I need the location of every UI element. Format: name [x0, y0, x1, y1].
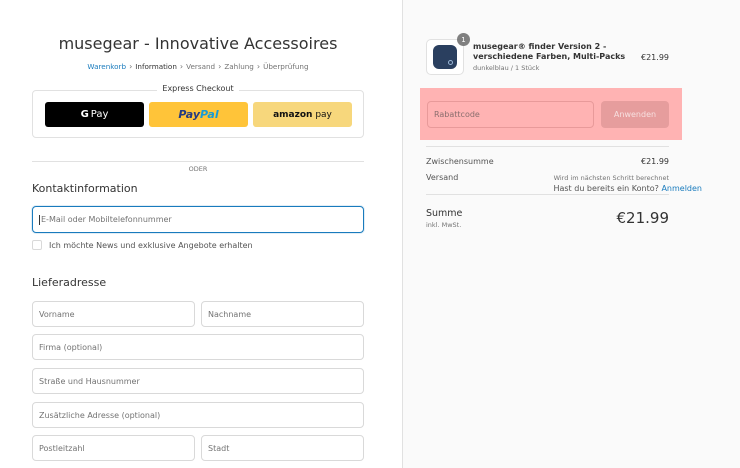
lastname-field[interactable]: Nachname	[201, 301, 364, 327]
street-placeholder: Straße und Hausnummer	[39, 376, 140, 386]
or-divider-text: ODER	[180, 165, 216, 173]
discount-code-input[interactable]: Rabattcode	[427, 101, 594, 128]
address2-field[interactable]: Zusätzliche Adresse (optional)	[32, 402, 364, 428]
chevron-right-icon: ›	[179, 62, 184, 71]
contact-heading: Kontaktinformation	[32, 182, 138, 195]
shipping-cost-value: Wird im nächsten Schritt berechnet	[553, 174, 669, 182]
total-label: Summe	[426, 208, 463, 219]
breadcrumb: Warenkorb › Information › Versand › Zahlung › Üb…	[32, 62, 364, 71]
paypal-button[interactable]: Pay Pal	[149, 102, 248, 127]
chevron-right-icon: ›	[129, 62, 133, 71]
street-field[interactable]: Straße und Hausnummer	[32, 368, 364, 394]
subtotal-label: Zwischensumme	[426, 157, 494, 166]
tracker-device-icon	[433, 45, 457, 69]
chevron-right-icon: ›	[218, 62, 222, 71]
zip-field[interactable]: Postleitzahl	[32, 435, 195, 461]
summary-divider	[426, 146, 669, 147]
email-placeholder: E-Mail oder Mobiltelefonnummer	[41, 215, 172, 224]
account-question: Hast du bereits ein Konto?	[553, 184, 659, 193]
newsletter-label[interactable]: Ich möchte News und exklusive Angebote e…	[49, 241, 253, 250]
breadcrumb-payment: Zahlung	[224, 62, 254, 71]
text-caret	[39, 214, 40, 225]
product-price: €21.99	[641, 53, 669, 62]
breadcrumb-shipping: Versand	[186, 62, 216, 71]
breadcrumb-cart[interactable]: Warenkorb	[87, 62, 126, 71]
discount-placeholder: Rabattcode	[434, 110, 480, 119]
summary-divider	[426, 194, 669, 195]
address2-placeholder: Zusätzliche Adresse (optional)	[39, 410, 161, 420]
total-tax-note: inkl. MwSt.	[426, 221, 462, 229]
product-variant: dunkelblau / 1 Stück	[473, 64, 540, 72]
company-placeholder: Firma (optional)	[39, 342, 103, 352]
login-link[interactable]: Anmelden	[661, 184, 702, 193]
lastname-placeholder: Nachname	[208, 309, 252, 319]
paypal-pay-label: Pay	[178, 108, 201, 121]
google-pay-label: Pay	[90, 109, 109, 120]
shipping-address-heading: Lieferadresse	[32, 276, 107, 289]
chevron-right-icon: ›	[256, 62, 261, 71]
city-field[interactable]: Stadt	[201, 435, 364, 461]
newsletter-checkbox[interactable]	[32, 240, 42, 250]
breadcrumb-review: Überprüfung	[263, 62, 309, 71]
account-prompt: Hast du bereits ein Konto? Anmelden	[553, 184, 702, 193]
breadcrumb-information: Information	[135, 62, 177, 71]
quantity-badge: 1	[457, 33, 470, 46]
amazon-pay-label: pay	[315, 109, 332, 120]
product-name: musegear® finder Version 2 - verschieden…	[473, 42, 626, 61]
total-value: €21.99	[616, 209, 670, 227]
amazon-pay-button[interactable]: amazon pay	[253, 102, 352, 127]
express-checkout: Express Checkout G Pay Pay Pal amazon pay	[32, 84, 364, 138]
email-field[interactable]: E-Mail oder Mobiltelefonnummer	[32, 206, 364, 233]
city-placeholder: Stadt	[208, 443, 230, 453]
google-g-icon: G	[80, 109, 89, 120]
subtotal-value: €21.99	[641, 157, 669, 166]
firstname-field[interactable]: Vorname	[32, 301, 195, 327]
express-checkout-title: Express Checkout	[157, 84, 239, 93]
or-divider: ODER	[32, 156, 364, 173]
shop-title[interactable]: musegear - Innovative Accessoires	[32, 34, 364, 53]
firstname-placeholder: Vorname	[39, 309, 75, 319]
company-field[interactable]: Firma (optional)	[32, 334, 364, 360]
amazon-brand-label: amazon	[273, 109, 313, 120]
google-pay-button[interactable]: G Pay	[45, 102, 144, 127]
zip-placeholder: Postleitzahl	[39, 443, 85, 453]
apply-discount-button[interactable]: Anwenden	[601, 101, 669, 128]
shipping-cost-label: Versand	[426, 173, 459, 182]
paypal-pal-label: Pal	[200, 108, 219, 121]
